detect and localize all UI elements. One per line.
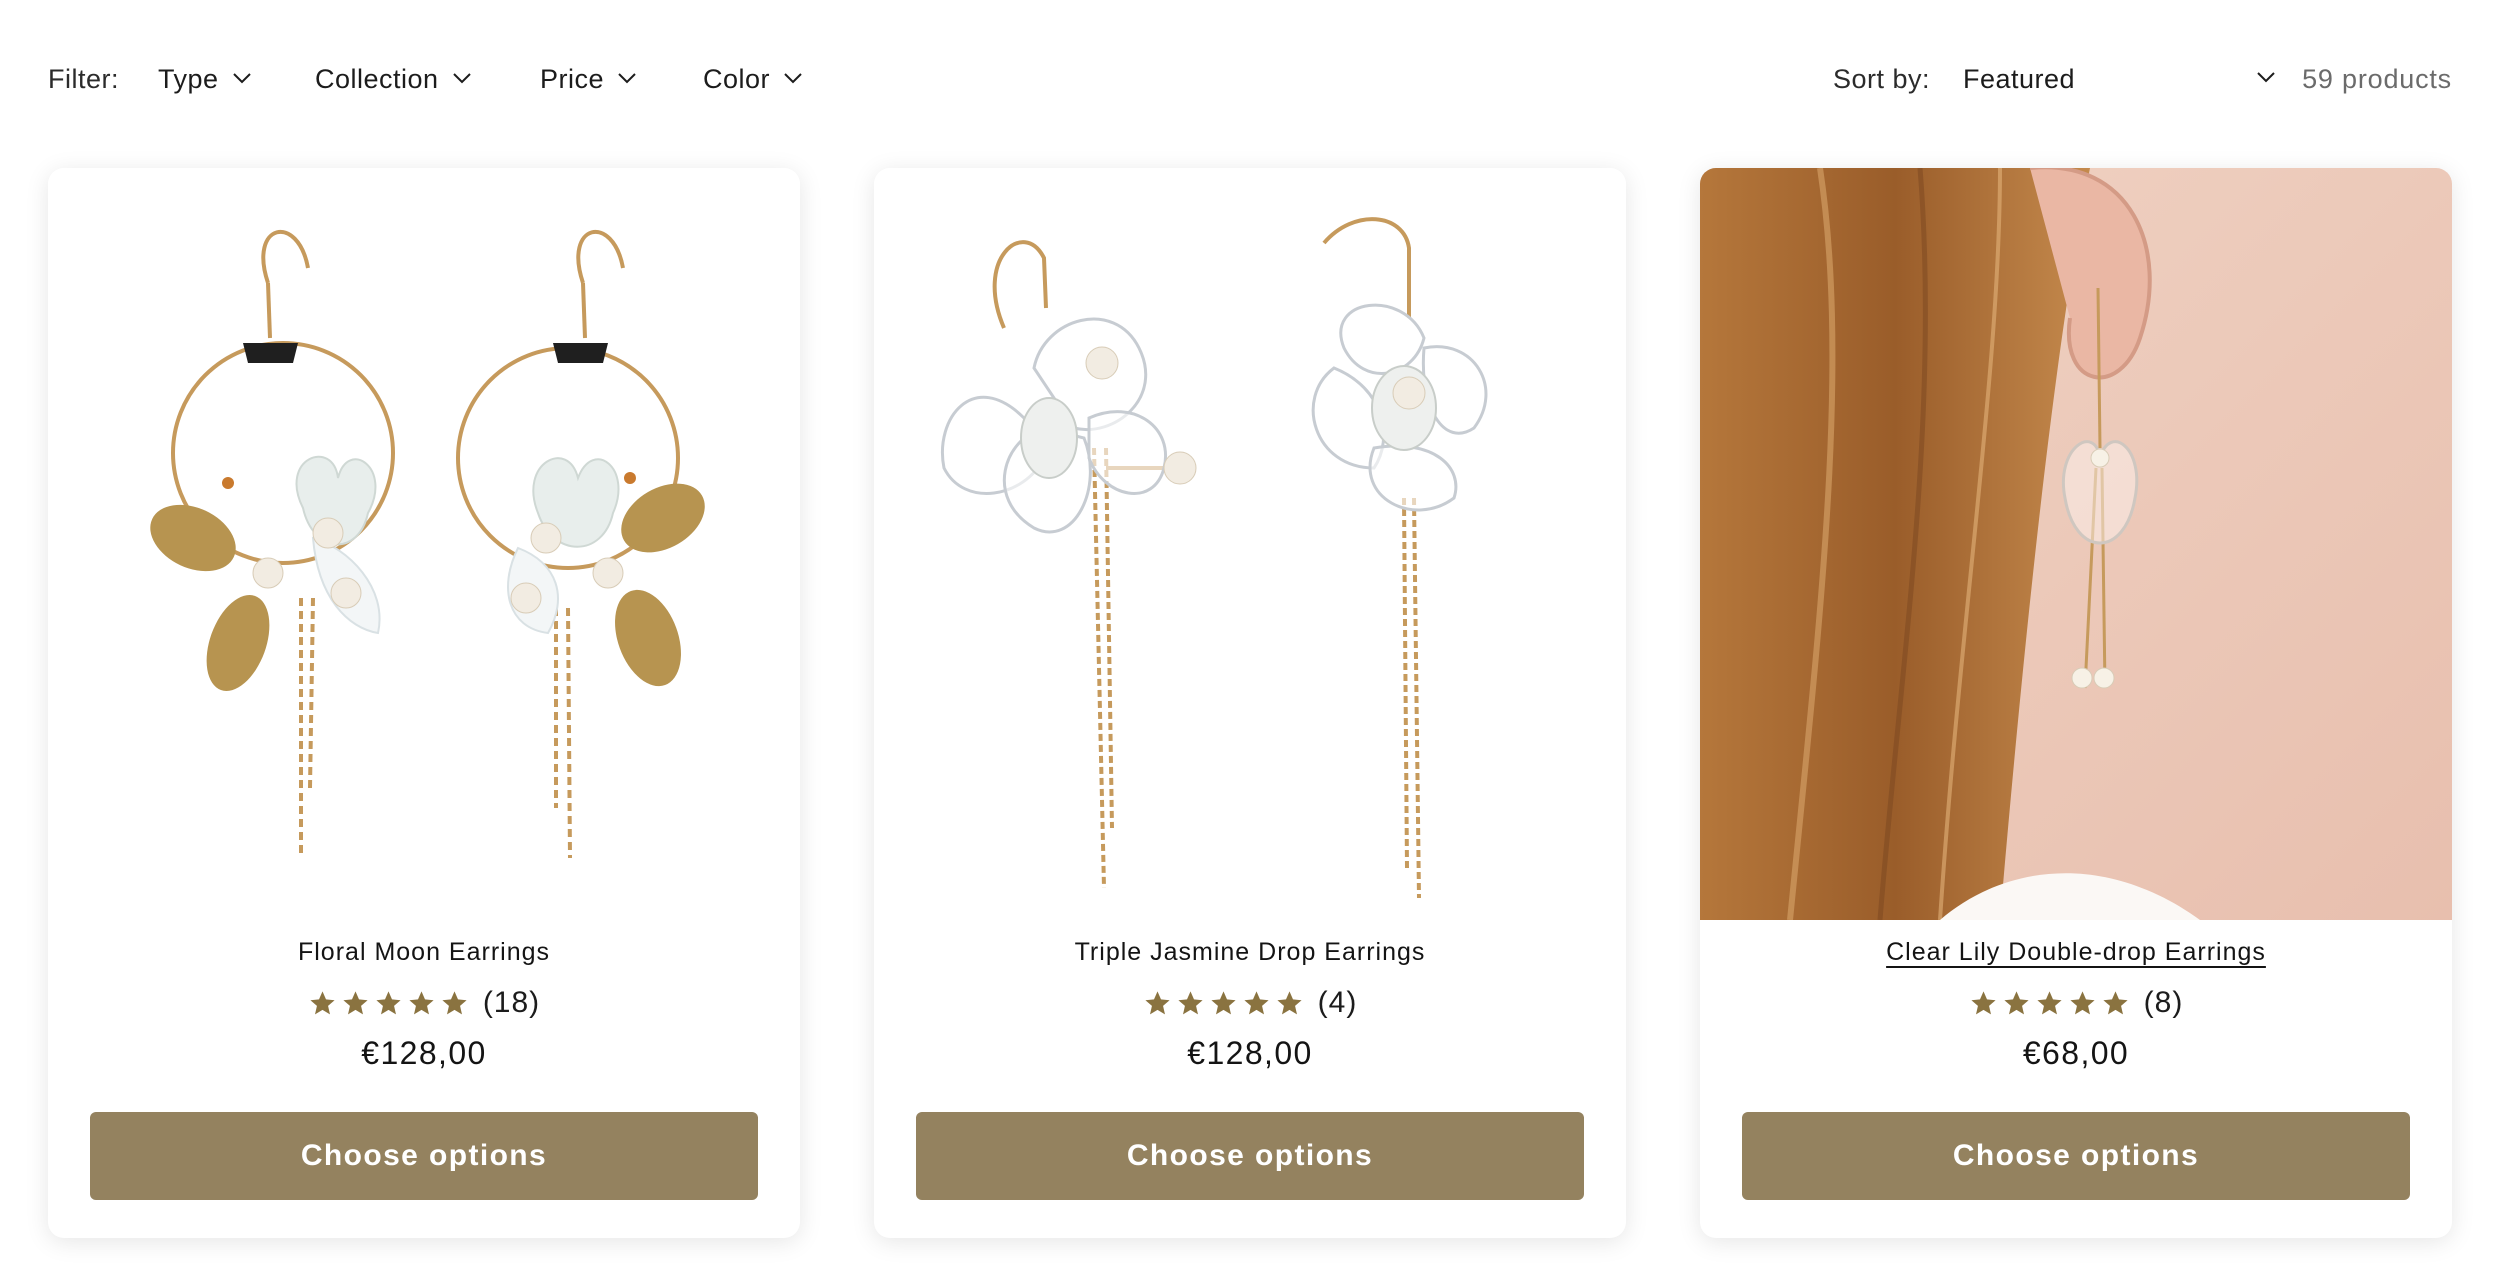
star-icon [2037,990,2062,1014]
product-info: Triple Jasmine Drop Earrings (4) €128,00 [874,938,1626,1072]
chevron-down-icon [784,73,802,84]
star-icon [2103,990,2128,1014]
star-icon [310,990,335,1014]
model-wearing-earring-image[interactable] [1700,168,2452,920]
filter-color-label: Color [703,64,771,94]
star-icon [1178,990,1203,1014]
product-grid: Floral Moon Earrings (18) €128,00 Choose… [48,168,2452,1238]
star-rating [1969,989,2130,1018]
product-count: 59 products [2302,64,2452,94]
sort-select[interactable]: Featured [1963,52,2293,108]
sort-selected-value: Featured [1963,64,2076,94]
product-card[interactable]: Triple Jasmine Drop Earrings (4) €128,00… [874,168,1626,1238]
product-image [874,168,1626,920]
product-image [48,168,800,920]
product-price: €128,00 [1187,1035,1313,1071]
star-icon [376,990,401,1014]
product-info: Floral Moon Earrings (18) €128,00 [48,938,800,1072]
filter-collection-dropdown[interactable]: Collection [315,64,471,95]
star-icon [343,990,368,1014]
star-rating [1143,989,1304,1018]
star-icon [409,990,434,1014]
star-icon [1277,990,1302,1014]
collection-toolbar: Filter: Type Collection Price Color Sort… [48,52,2452,108]
star-icon [442,990,467,1014]
choose-options-button[interactable]: Choose options [90,1112,758,1200]
product-card[interactable]: Floral Moon Earrings (18) €128,00 Choose… [48,168,800,1238]
product-title[interactable]: Clear Lily Double-drop Earrings [1886,938,2266,967]
choose-options-button[interactable]: Choose options [1742,1112,2410,1200]
filter-price-dropdown[interactable]: Price [540,64,636,95]
star-icon [2004,990,2029,1014]
filter-type-label: Type [158,64,219,94]
product-rating: (4) [874,985,1626,1021]
chevron-down-icon [232,73,251,84]
product-price: €128,00 [361,1035,487,1071]
filter-type-dropdown[interactable]: Type [158,64,251,95]
star-icon [2070,990,2095,1014]
sort-label: Sort by: [1833,64,1931,94]
floral-moon-earrings-image[interactable] [48,168,800,920]
chevron-down-icon [452,73,471,84]
review-count: (8) [2143,986,2184,1019]
product-rating: (8) [1700,985,2452,1021]
filter-price-label: Price [540,64,605,94]
filter-label: Filter: [48,64,119,94]
star-icon [1244,990,1269,1014]
triple-jasmine-drop-earrings-image[interactable] [874,168,1626,920]
chevron-down-icon [618,73,636,84]
product-title[interactable]: Triple Jasmine Drop Earrings [1075,938,1426,967]
choose-options-button[interactable]: Choose options [916,1112,1584,1200]
review-count: (18) [482,986,541,1019]
star-icon [1211,990,1236,1014]
product-image [1700,168,2452,920]
star-icon [1145,990,1170,1014]
chevron-down-icon [2257,72,2275,83]
star-icon [1971,990,1996,1014]
product-title[interactable]: Floral Moon Earrings [298,938,550,967]
product-card[interactable]: Clear Lily Double-drop Earrings (8) €68,… [1700,168,2452,1238]
product-price: €68,00 [2022,1035,2130,1071]
filter-color-dropdown[interactable]: Color [703,64,802,95]
product-info: Clear Lily Double-drop Earrings (8) €68,… [1700,938,2452,1072]
filter-collection-label: Collection [315,64,439,94]
product-rating: (18) [48,985,800,1021]
star-rating [308,989,469,1018]
review-count: (4) [1317,986,1358,1019]
